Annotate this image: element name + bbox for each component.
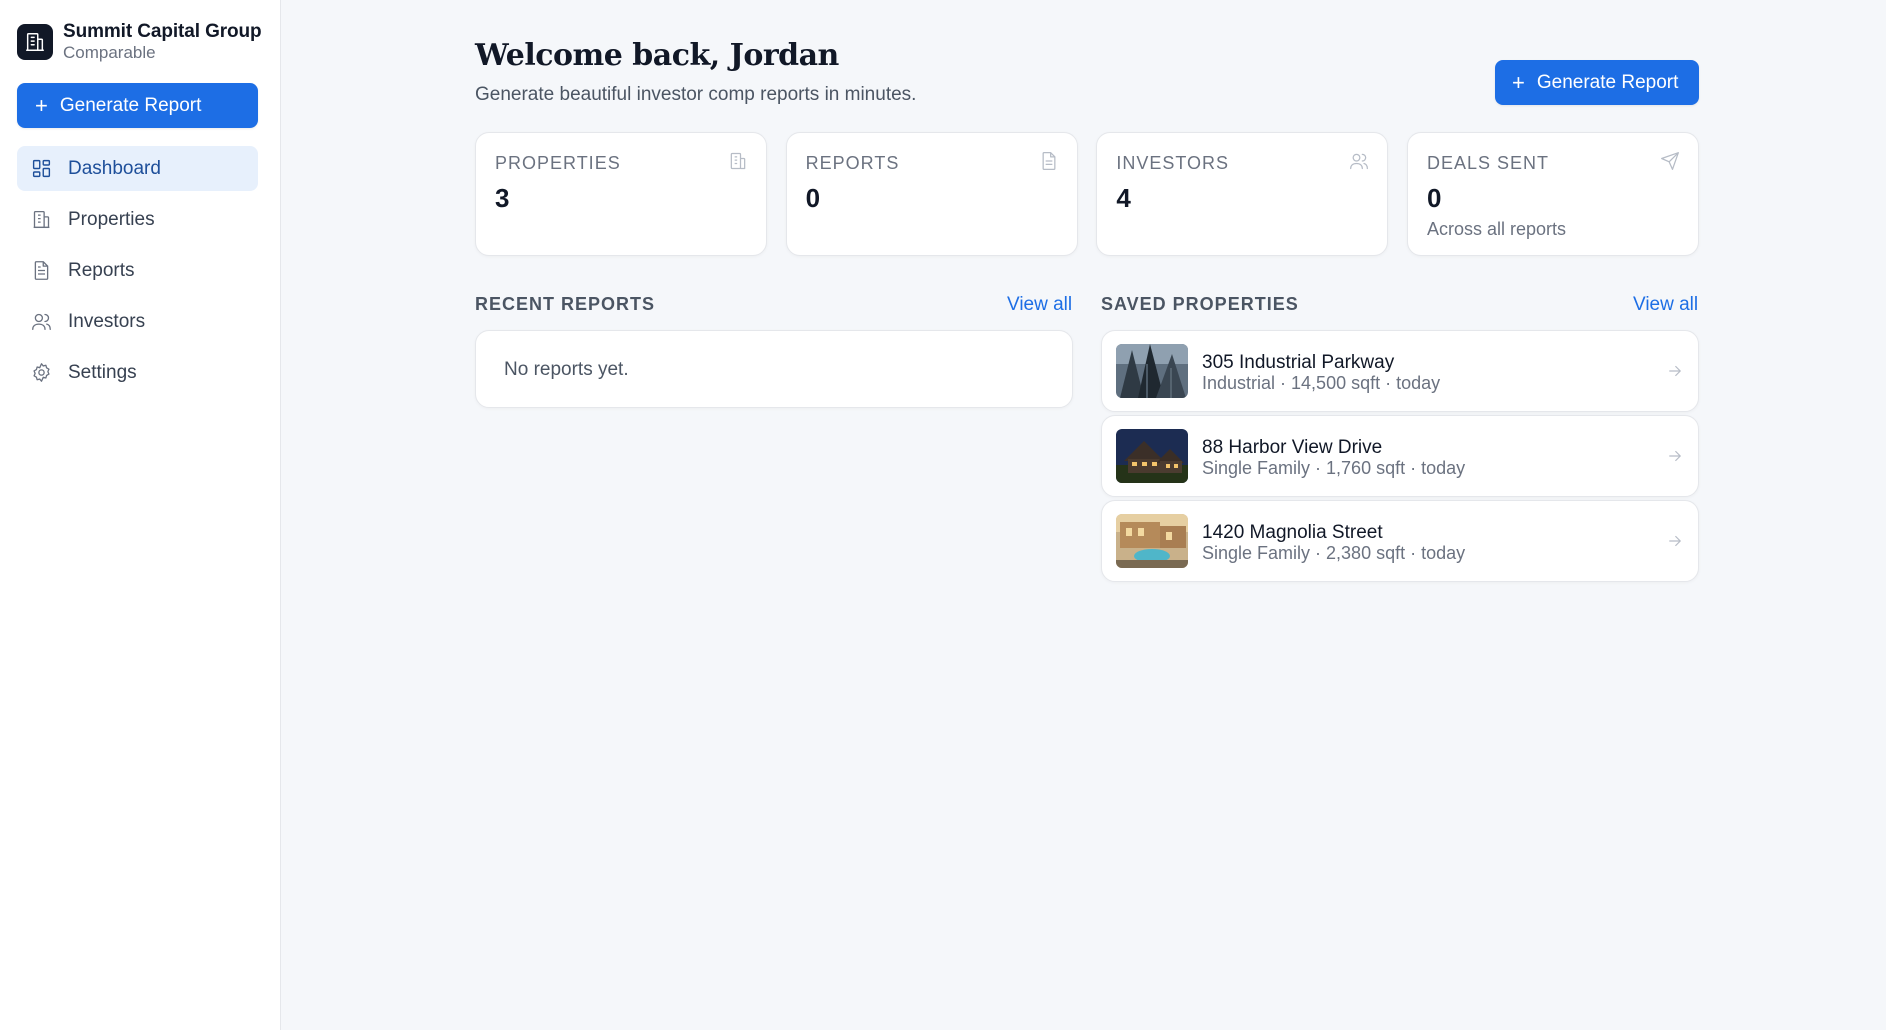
recent-reports-empty-card: No reports yet. xyxy=(475,330,1073,408)
building-icon xyxy=(730,152,746,170)
saved-properties-view-all-link[interactable]: View all xyxy=(1633,294,1698,316)
sidebar-item-settings[interactable]: Settings xyxy=(17,350,258,395)
stat-value: 4 xyxy=(1116,183,1131,213)
property-meta: Industrial · 14,500 sqft · today xyxy=(1202,373,1441,393)
saved-properties-heading: SAVED PROPERTIES xyxy=(1101,294,1299,314)
gear-icon xyxy=(30,362,52,384)
property-name: 305 Industrial Parkway xyxy=(1202,352,1395,373)
sidebar-item-label: Investors xyxy=(68,310,146,332)
property-name: 88 Harbor View Drive xyxy=(1202,437,1383,458)
stat-card-reports: REPORTS 0 xyxy=(785,132,1078,256)
plus-icon: + xyxy=(35,92,48,118)
building-icon xyxy=(30,209,52,231)
sidebar: Summit Capital Group Comparable + Genera… xyxy=(0,0,281,1030)
brand-subtitle: Comparable xyxy=(63,43,156,62)
document-icon xyxy=(1042,152,1056,170)
recent-reports-view-all-link[interactable]: View all xyxy=(1007,294,1072,316)
generate-report-label: Generate Report xyxy=(1536,71,1679,93)
empty-state-text: No reports yet. xyxy=(504,359,629,380)
page-subtitle: Generate beautiful investor comp reports… xyxy=(475,84,917,105)
stat-value: 0 xyxy=(805,183,821,213)
stat-label: PROPERTIES xyxy=(495,153,621,173)
send-icon xyxy=(1661,152,1679,170)
arrow-right-icon xyxy=(1669,365,1681,377)
users-icon xyxy=(30,311,52,333)
sidebar-item-label: Settings xyxy=(68,361,137,383)
property-meta: Single Family · 1,760 sqft · today xyxy=(1202,458,1466,478)
sidebar-nav: Dashboard Properties Reports Investors S… xyxy=(17,146,258,401)
document-icon xyxy=(30,260,52,282)
stats-row: PROPERTIES 3 REPORTS 0 INVESTORS 4 DEALS… xyxy=(475,132,1699,256)
users-icon xyxy=(1350,153,1369,170)
property-meta: Single Family · 2,380 sqft · today xyxy=(1202,543,1466,563)
sidebar-item-dashboard[interactable]: Dashboard xyxy=(17,146,258,191)
property-thumbnail xyxy=(1116,429,1188,483)
stat-card-investors: INVESTORS 4 xyxy=(1096,132,1389,256)
arrow-right-icon xyxy=(1669,535,1681,547)
brand-name: Summit Capital Group xyxy=(63,21,262,42)
building-logo-icon xyxy=(17,24,53,60)
sidebar-item-label: Reports xyxy=(68,259,135,281)
sidebar-item-properties[interactable]: Properties xyxy=(17,197,258,242)
property-card[interactable]: 305 Industrial Parkway Industrial · 14,5… xyxy=(1101,330,1699,412)
page-title: Welcome back, Jordan xyxy=(475,38,839,73)
property-card[interactable]: 1420 Magnolia Street Single Family · 2,3… xyxy=(1101,500,1699,582)
stat-card-deals-sent: DEALS SENT 0 Across all reports xyxy=(1406,132,1699,256)
stat-card-properties: PROPERTIES 3 xyxy=(475,132,767,256)
stat-value: 0 xyxy=(1426,183,1442,213)
sidebar-item-investors[interactable]: Investors xyxy=(17,299,258,344)
dashboard-grid-icon xyxy=(30,158,52,180)
property-thumbnail xyxy=(1116,514,1188,568)
property-card[interactable]: 88 Harbor View Drive Single Family · 1,7… xyxy=(1101,415,1699,497)
recent-reports-heading: RECENT REPORTS xyxy=(475,294,656,314)
generate-report-button[interactable]: + Generate Report xyxy=(1495,60,1699,105)
sidebar-item-label: Properties xyxy=(68,208,155,230)
saved-properties-list: 305 Industrial Parkway Industrial · 14,5… xyxy=(1101,330,1699,585)
arrow-right-icon xyxy=(1669,450,1681,462)
property-name: 1420 Magnolia Street xyxy=(1202,522,1383,543)
property-thumbnail xyxy=(1116,344,1188,398)
plus-icon: + xyxy=(1512,69,1525,95)
stat-label: REPORTS xyxy=(805,153,900,173)
stat-label: DEALS SENT xyxy=(1426,153,1550,173)
brand[interactable]: Summit Capital Group Comparable xyxy=(17,21,262,63)
sidebar-generate-report-button[interactable]: + Generate Report xyxy=(17,83,258,128)
sidebar-item-label: Dashboard xyxy=(68,157,161,179)
sidebar-item-reports[interactable]: Reports xyxy=(17,248,258,293)
sidebar-generate-report-label: Generate Report xyxy=(59,94,202,116)
stat-value: 3 xyxy=(495,183,510,213)
stat-note: Across all reports xyxy=(1426,219,1567,239)
stat-label: INVESTORS xyxy=(1116,153,1230,173)
